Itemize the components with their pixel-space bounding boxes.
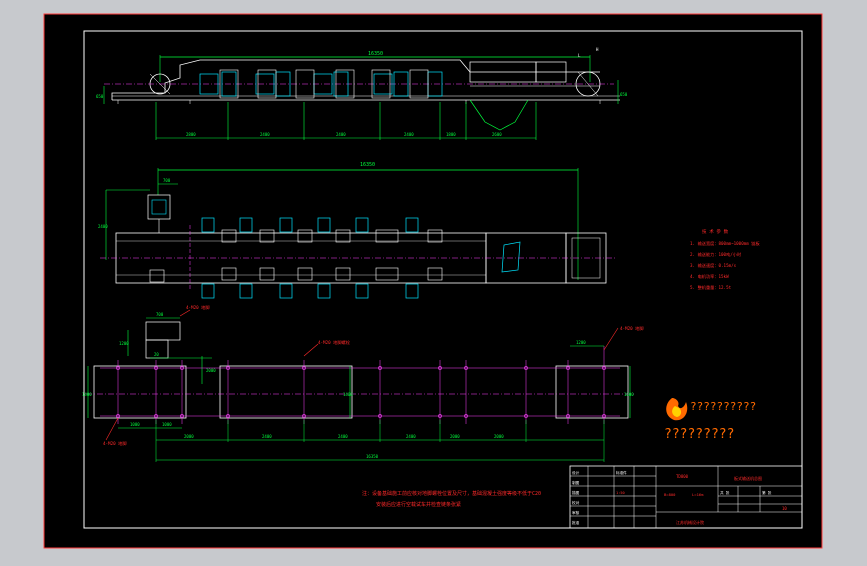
svg-text:2600: 2600 bbox=[492, 132, 502, 137]
svg-text:2400: 2400 bbox=[404, 132, 414, 137]
svg-text:1200: 1200 bbox=[119, 341, 129, 346]
tech-note-line: 3. 输送速度：0.15m/s bbox=[690, 262, 737, 269]
svg-text:第 张: 第 张 bbox=[762, 490, 772, 495]
svg-text:1400: 1400 bbox=[343, 392, 353, 397]
svg-text:1400: 1400 bbox=[82, 392, 92, 397]
title-block-title: 板式输送机总图 bbox=[734, 475, 762, 481]
watermark-line1: ?????????? bbox=[690, 400, 756, 413]
watermark-line2: ????????? bbox=[664, 427, 734, 442]
tech-notes-heading: 技 术 参 数 bbox=[702, 228, 729, 235]
title-block-sheet-no: 10 bbox=[782, 506, 787, 511]
svg-text:描图: 描图 bbox=[572, 490, 580, 495]
foundation-tag: 4-M20 地脚 bbox=[103, 440, 127, 447]
foundation-tag: 4-M20 地脚螺栓 bbox=[318, 339, 351, 346]
general-note-line: 注：设备基础施工前应核对地脚螺栓位置及尺寸，基础混凝土强度等级不低于C20 bbox=[362, 490, 541, 497]
svg-text:2400: 2400 bbox=[406, 434, 416, 439]
svg-text:1200: 1200 bbox=[576, 340, 586, 345]
svg-text:16350: 16350 bbox=[366, 454, 379, 459]
svg-text:2000: 2000 bbox=[206, 368, 216, 373]
svg-text:650: 650 bbox=[620, 92, 628, 97]
svg-text:设计: 设计 bbox=[572, 470, 580, 475]
svg-text:16350: 16350 bbox=[360, 162, 375, 168]
svg-text:1800: 1800 bbox=[446, 132, 456, 137]
tech-note-line: 4. 电机功率：15kW bbox=[690, 273, 729, 280]
title-block-company: 江苏机械设计院 bbox=[676, 519, 704, 525]
foundation-tag: 4-M20 地脚 bbox=[186, 304, 210, 311]
svg-text:2400: 2400 bbox=[262, 434, 272, 439]
cad-drawing-canvas: 16350 L H 650 650 2800 2400 2400 2400 18… bbox=[43, 13, 823, 549]
foundation-tag: 4-M20 地脚 bbox=[620, 325, 644, 332]
elev-overall-dim-text: 16350 bbox=[368, 51, 383, 57]
svg-text:标准件: 标准件 bbox=[616, 470, 627, 475]
svg-text:2400: 2400 bbox=[338, 434, 348, 439]
svg-text:1000: 1000 bbox=[624, 392, 634, 397]
svg-text:700: 700 bbox=[156, 312, 164, 317]
svg-text:650: 650 bbox=[96, 94, 104, 99]
svg-text:L=16m: L=16m bbox=[692, 492, 704, 497]
svg-text:2400: 2400 bbox=[260, 132, 270, 137]
svg-text:20: 20 bbox=[154, 352, 159, 357]
svg-text:2000: 2000 bbox=[184, 434, 194, 439]
svg-text:批准: 批准 bbox=[572, 520, 580, 525]
title-block-model: TD800 bbox=[676, 474, 689, 479]
svg-text:2000: 2000 bbox=[450, 434, 460, 439]
svg-text:1:50: 1:50 bbox=[616, 491, 625, 495]
svg-text:校对: 校对 bbox=[572, 500, 580, 505]
svg-text:1000: 1000 bbox=[130, 422, 140, 427]
svg-text:2800: 2800 bbox=[186, 132, 196, 137]
svg-text:制图: 制图 bbox=[572, 480, 580, 485]
tech-note-line: 5. 整机重量：12.5t bbox=[690, 284, 732, 291]
svg-text:审核: 审核 bbox=[572, 510, 580, 515]
svg-text:1000: 1000 bbox=[162, 422, 172, 427]
svg-text:700: 700 bbox=[163, 178, 171, 183]
tech-note-line: 2. 输送能力：100吨/小时 bbox=[690, 251, 742, 258]
svg-text:2000: 2000 bbox=[494, 434, 504, 439]
cad-viewport[interactable]: 16350 L H 650 650 2800 2400 2400 2400 18… bbox=[0, 0, 867, 562]
svg-text:共 张: 共 张 bbox=[720, 490, 730, 495]
svg-text:2400: 2400 bbox=[98, 224, 108, 229]
svg-text:B=800: B=800 bbox=[664, 492, 676, 497]
general-note-line: 安装后应进行空载试车并检查链条张紧 bbox=[376, 501, 461, 508]
tech-note-line: 1. 输送宽度：800mm~1000mm 链板 bbox=[690, 240, 760, 247]
svg-text:2400: 2400 bbox=[336, 132, 346, 137]
